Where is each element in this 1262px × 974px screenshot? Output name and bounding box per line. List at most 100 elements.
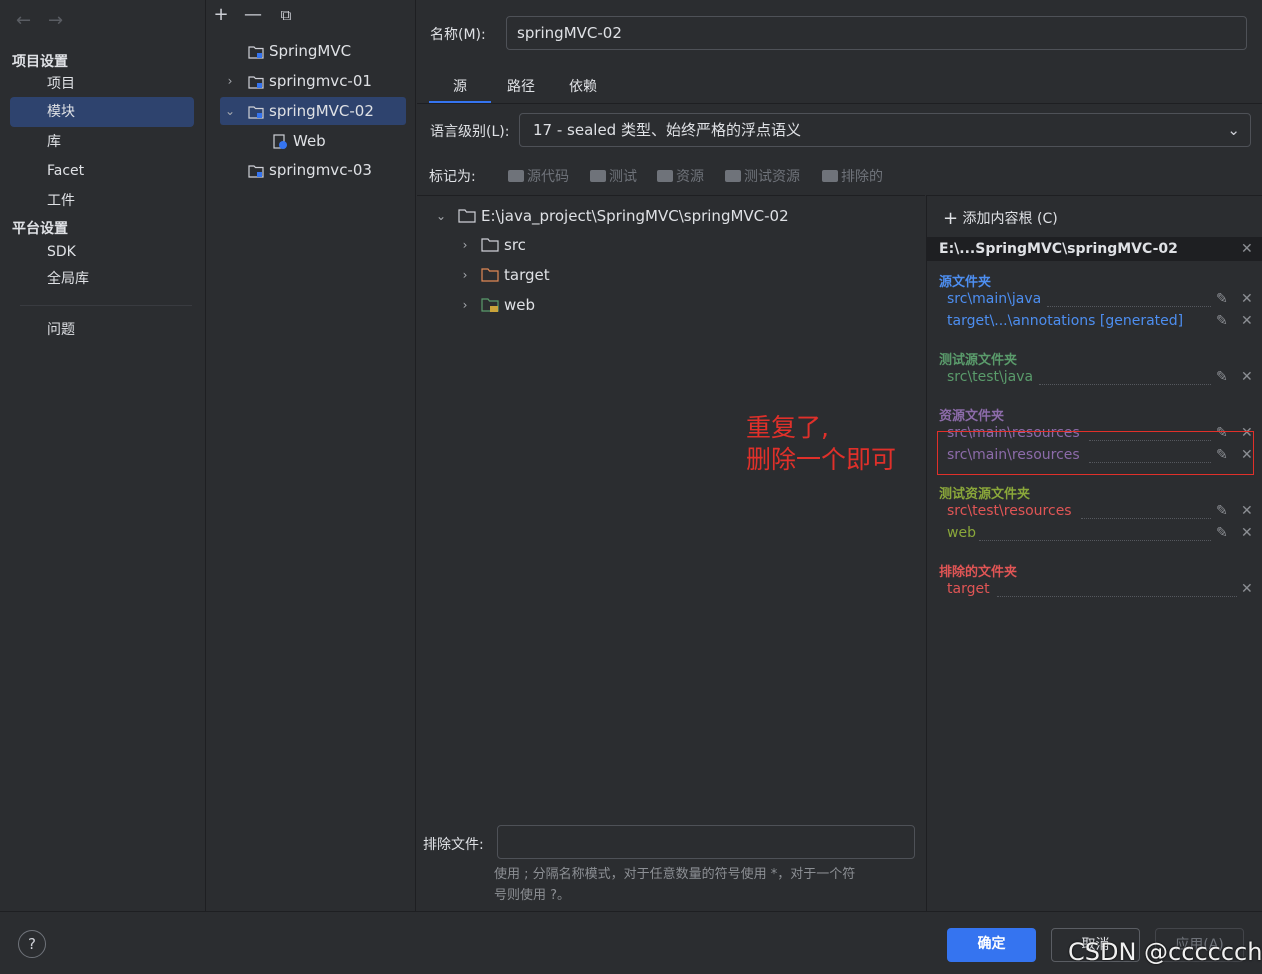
language-level-label: 语言级别(L): bbox=[430, 124, 510, 140]
forward-arrow-icon[interactable]: → bbox=[48, 10, 63, 31]
section-title-test-sources: 测试源文件夹 bbox=[939, 353, 1018, 368]
section-title-resources: 资源文件夹 bbox=[939, 409, 1005, 424]
nav-item-global-libraries[interactable]: 全局库 bbox=[10, 264, 194, 294]
edit-icon[interactable]: ✎ bbox=[1216, 291, 1228, 307]
nav-item-libraries[interactable]: 库 bbox=[10, 127, 194, 157]
remove-module-icon[interactable]: — bbox=[242, 4, 264, 25]
mark-excluded-button[interactable]: 排除的 bbox=[822, 166, 883, 186]
chevron-right-icon[interactable]: › bbox=[459, 291, 471, 319]
dialog-footer: ? 确定 取消 应用(A) CSDN @cccccchd bbox=[0, 911, 1262, 974]
tree-row-web[interactable]: › web bbox=[459, 291, 859, 319]
exclude-files-hint: 使用 ; 分隔名称模式，对于任意数量的符号使用 *，对于一个符 号则使用 ?。 bbox=[494, 867, 856, 903]
module-name: springmvc-03 bbox=[269, 161, 372, 179]
nav-item-problems[interactable]: 问题 bbox=[10, 315, 194, 345]
folder-icon bbox=[590, 170, 606, 182]
nav-group-platform-settings: 平台设置 bbox=[12, 221, 68, 237]
facet-row-web[interactable]: Web bbox=[220, 127, 406, 155]
chevron-down-icon[interactable]: ⌄ bbox=[224, 97, 236, 125]
watermark: CSDN @cccccchd bbox=[1068, 938, 1262, 966]
edit-icon[interactable]: ✎ bbox=[1216, 503, 1228, 519]
tab-divider bbox=[417, 103, 1262, 104]
module-folder-icon bbox=[248, 104, 264, 120]
module-tree-panel: + — ⧉ SpringMVC › springmvc-01 ⌄ springM… bbox=[206, 0, 416, 911]
chevron-down-icon: ⌄ bbox=[1227, 121, 1240, 139]
tree-row-src[interactable]: › src bbox=[459, 231, 859, 259]
module-row-springmvc[interactable]: SpringMVC bbox=[220, 37, 406, 65]
tab-paths[interactable]: 路径 bbox=[499, 76, 543, 104]
highlight-box bbox=[937, 431, 1254, 475]
module-row-springmvc-02[interactable]: ⌄ springMVC-02 bbox=[220, 97, 406, 125]
nav-item-sdk[interactable]: SDK bbox=[10, 237, 194, 267]
edit-icon[interactable]: ✎ bbox=[1216, 525, 1228, 541]
annotation-line-1: 重复了, bbox=[746, 413, 829, 442]
close-icon[interactable]: ✕ bbox=[1241, 581, 1253, 597]
back-arrow-icon[interactable]: ← bbox=[16, 10, 31, 31]
test-resource-path-row: web ✎ ✕ bbox=[947, 525, 1253, 541]
module-name: springmvc-01 bbox=[269, 72, 372, 90]
test-source-path-row: src\test\java ✎ ✕ bbox=[947, 369, 1253, 385]
chevron-right-icon[interactable]: › bbox=[459, 231, 471, 259]
tab-dependencies[interactable]: 依赖 bbox=[557, 76, 609, 104]
tab-sources[interactable]: 源 bbox=[429, 76, 491, 104]
module-row-springmvc-01[interactable]: › springmvc-01 bbox=[220, 67, 406, 95]
chevron-down-icon[interactable]: ⌄ bbox=[435, 202, 447, 230]
section-title-excluded: 排除的文件夹 bbox=[939, 565, 1018, 580]
tree-folder-name: target bbox=[504, 266, 550, 284]
module-name-input[interactable] bbox=[506, 16, 1247, 50]
copy-module-icon[interactable]: ⧉ bbox=[275, 6, 297, 24]
content-root-header: E:\...SpringMVC\springMVC-02 ✕ bbox=[927, 237, 1262, 261]
web-facet-icon bbox=[272, 134, 288, 150]
ok-button[interactable]: 确定 bbox=[947, 928, 1036, 962]
folder-icon bbox=[508, 170, 524, 182]
mark-sources-button[interactable]: 源代码 bbox=[508, 166, 569, 186]
plus-icon: + bbox=[943, 208, 959, 229]
close-icon[interactable]: ✕ bbox=[1241, 313, 1253, 329]
chevron-right-icon[interactable]: › bbox=[459, 261, 471, 289]
nav-item-project[interactable]: 项目 bbox=[10, 69, 194, 99]
language-level-select[interactable]: 17 - sealed 类型、始终严格的浮点语义 ⌄ bbox=[519, 113, 1251, 147]
name-label: 名称(M): bbox=[430, 27, 486, 43]
facet-name: Web bbox=[293, 132, 326, 150]
tree-row-target[interactable]: › target bbox=[459, 261, 859, 289]
add-content-root-button[interactable]: + 添加内容根 (C) bbox=[943, 208, 1058, 229]
close-icon[interactable]: ✕ bbox=[1241, 291, 1253, 307]
close-icon[interactable]: ✕ bbox=[1241, 369, 1253, 385]
remove-root-icon[interactable]: ✕ bbox=[1241, 237, 1253, 261]
nav-divider bbox=[20, 305, 192, 306]
nav-item-artifacts[interactable]: 工件 bbox=[10, 186, 194, 216]
module-row-springmvc-03[interactable]: springmvc-03 bbox=[220, 156, 406, 184]
settings-nav: ← → 项目设置 项目 模块 库 Facet 工件 平台设置 SDK 全局库 问… bbox=[0, 0, 206, 911]
mark-resources-button[interactable]: 资源 bbox=[657, 166, 704, 186]
edit-icon[interactable]: ✎ bbox=[1216, 369, 1228, 385]
mark-tests-button[interactable]: 测试 bbox=[590, 166, 637, 186]
add-module-icon[interactable]: + bbox=[210, 4, 232, 25]
source-path-row: src\main\java ✎ ✕ bbox=[947, 291, 1253, 307]
source-path-row: target\...\annotations [generated] ✎ ✕ bbox=[947, 313, 1253, 329]
tree-folder-name: web bbox=[504, 296, 536, 314]
module-name: springMVC-02 bbox=[269, 102, 374, 120]
nav-item-modules[interactable]: 模块 bbox=[10, 97, 194, 127]
folder-icon bbox=[725, 170, 741, 182]
close-icon[interactable]: ✕ bbox=[1241, 503, 1253, 519]
content-tree: ⌄ E:\java_project\SpringMVC\springMVC-02… bbox=[417, 195, 925, 815]
nav-item-facets[interactable]: Facet bbox=[10, 156, 194, 186]
folder-icon bbox=[458, 208, 476, 224]
close-icon[interactable]: ✕ bbox=[1241, 525, 1253, 541]
tree-root-path: E:\java_project\SpringMVC\springMVC-02 bbox=[481, 207, 789, 225]
exclude-files-input[interactable] bbox=[497, 825, 915, 859]
test-resource-path-row: src\test\resources ✎ ✕ bbox=[947, 503, 1253, 519]
excluded-folder-icon bbox=[481, 267, 499, 283]
tree-root-row[interactable]: ⌄ E:\java_project\SpringMVC\springMVC-02 bbox=[435, 202, 915, 230]
module-folder-icon bbox=[248, 44, 264, 60]
edit-icon[interactable]: ✎ bbox=[1216, 313, 1228, 329]
mark-test-resources-button[interactable]: 测试资源 bbox=[725, 166, 800, 186]
test-resource-folder-icon bbox=[481, 297, 499, 313]
annotation-line-2: 删除一个即可 bbox=[746, 445, 897, 474]
section-title-test-resources: 测试资源文件夹 bbox=[939, 487, 1031, 502]
content-root-path: E:\...SpringMVC\springMVC-02 bbox=[939, 241, 1178, 257]
excluded-path-row: target ✕ bbox=[947, 581, 1253, 597]
folder-icon bbox=[481, 237, 499, 253]
chevron-right-icon[interactable]: › bbox=[224, 67, 236, 95]
nav-group-project-settings: 项目设置 bbox=[12, 54, 68, 70]
help-button[interactable]: ? bbox=[18, 930, 46, 958]
